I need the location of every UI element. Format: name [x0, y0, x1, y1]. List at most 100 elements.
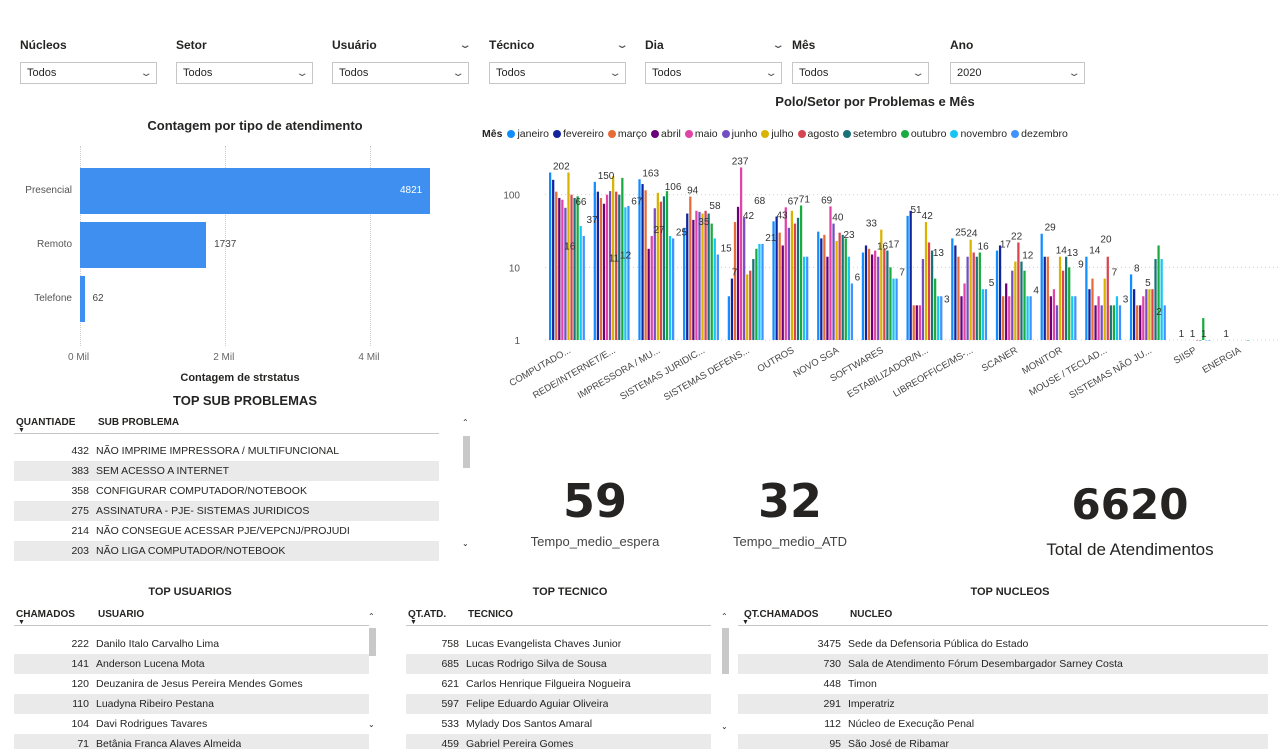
column-bar[interactable] — [909, 210, 912, 340]
column-bar[interactable] — [1136, 305, 1139, 340]
column-bar[interactable] — [1100, 305, 1103, 340]
column-bar[interactable] — [954, 245, 957, 340]
column-bar[interactable] — [864, 245, 868, 340]
column-bar[interactable] — [662, 196, 666, 340]
column-bar[interactable] — [793, 223, 797, 340]
table-row[interactable]: 685 Lucas Rodrigo Silva de Sousa — [406, 654, 711, 674]
col-nucleo[interactable]: NUCLEO — [848, 609, 892, 620]
column-bar[interactable] — [1001, 296, 1005, 340]
column-bar[interactable] — [573, 197, 576, 340]
column-bar[interactable] — [1129, 274, 1133, 340]
column-bar[interactable] — [716, 254, 719, 340]
column-bar[interactable] — [940, 296, 943, 340]
scroll-down-icon[interactable]: ⌄ — [721, 722, 728, 731]
table-row[interactable]: 71 Betânia Franca Alaves Almeida — [14, 734, 369, 749]
sort-desc-icon[interactable]: ▼ — [742, 619, 749, 626]
ano-dropdown[interactable]: 2020 ⌄ — [950, 62, 1085, 84]
column-bar[interactable] — [683, 227, 686, 340]
column-bar[interactable] — [984, 289, 988, 340]
column-bar[interactable] — [1091, 278, 1094, 340]
column-bar[interactable] — [1061, 270, 1065, 340]
column-bar[interactable] — [1065, 256, 1068, 340]
tecnico-dropdown[interactable]: Todos ⌄ — [489, 62, 626, 84]
scroll-up-icon[interactable]: ⌃ — [721, 612, 728, 621]
bar[interactable] — [80, 222, 207, 268]
col-usuario[interactable]: USUÁRIO — [96, 609, 144, 620]
column-bar[interactable] — [861, 252, 865, 340]
column-bar[interactable] — [799, 205, 803, 340]
col-qt-chamados[interactable]: QT.CHAMADOS — [738, 609, 848, 620]
table-row[interactable]: 758 Lucas Evangelista Chaves Junior — [406, 634, 711, 654]
column-bar[interactable] — [659, 201, 663, 340]
column-bar[interactable] — [1154, 259, 1157, 340]
usuario-dropdown[interactable]: Todos ⌄ — [332, 62, 469, 84]
table-row[interactable]: 597 Felipe Eduardo Aguiar Oliveira — [406, 694, 711, 714]
column-bar[interactable] — [1017, 242, 1020, 340]
column-bar[interactable] — [615, 191, 618, 340]
column-bar[interactable] — [1151, 289, 1154, 340]
table-row[interactable]: 730 Sala de Atendimento Fórum Desembargad… — [738, 654, 1268, 674]
column-bar[interactable] — [650, 235, 653, 340]
column-bar[interactable] — [850, 283, 854, 340]
column-bar[interactable] — [778, 232, 781, 340]
column-bar[interactable] — [1008, 296, 1011, 340]
column-bar[interactable] — [1023, 270, 1026, 340]
table-row[interactable]: 3475 Sede da Defensoria Pública do Estado — [738, 634, 1268, 654]
column-bar[interactable] — [739, 167, 743, 340]
legend-item[interactable]: outubro — [900, 128, 946, 140]
nucleos-dropdown[interactable]: Todos ⌄ — [20, 62, 157, 84]
column-bar[interactable] — [796, 217, 800, 340]
column-bar[interactable] — [582, 235, 585, 340]
scroll-thumb[interactable] — [369, 628, 376, 656]
table-row[interactable]: 104 Davi Rodrigues Tavares — [14, 714, 369, 734]
column-bar[interactable] — [886, 250, 889, 340]
scroll-down-icon[interactable]: ⌄ — [462, 539, 469, 548]
column-bar[interactable] — [1052, 289, 1056, 340]
column-bar[interactable] — [1088, 289, 1091, 340]
table-row[interactable]: 95 São José de Ribamar — [738, 734, 1268, 749]
column-bar[interactable] — [927, 242, 931, 340]
column-bar[interactable] — [1246, 340, 1250, 341]
usuarios-scrollbar[interactable]: ⌃ ⌄ — [367, 612, 377, 737]
column-bar[interactable] — [870, 254, 874, 340]
column-bar[interactable] — [1139, 305, 1142, 340]
column-bar[interactable] — [826, 256, 829, 340]
column-bar[interactable] — [1112, 305, 1116, 340]
column-bar[interactable] — [1049, 296, 1052, 340]
column-bar[interactable] — [963, 283, 966, 340]
column-bar[interactable] — [608, 191, 612, 340]
column-bar[interactable] — [975, 256, 978, 340]
column-bar[interactable] — [576, 196, 579, 340]
column-bar[interactable] — [1071, 296, 1074, 340]
column-bar[interactable] — [733, 222, 737, 340]
column-bar[interactable] — [972, 252, 975, 340]
column-bar[interactable] — [1046, 256, 1049, 340]
table-row[interactable]: 383 SEM ACESSO A INTERNET — [14, 461, 439, 481]
column-bar[interactable] — [710, 223, 713, 340]
column-bar[interactable] — [918, 305, 921, 340]
column-bar[interactable] — [1196, 340, 1199, 341]
column-bar[interactable] — [761, 243, 764, 340]
column-bar[interactable] — [829, 206, 832, 340]
column-bar[interactable] — [820, 238, 823, 340]
column-bar[interactable] — [549, 172, 552, 340]
column-bar[interactable] — [978, 252, 981, 340]
column-bar[interactable] — [1014, 261, 1017, 340]
column-bar[interactable] — [561, 199, 564, 340]
col-quantidade[interactable]: QUANTIADE — [14, 417, 96, 428]
sort-desc-icon[interactable]: ▼ — [410, 619, 417, 626]
column-bar[interactable] — [564, 207, 567, 340]
legend-item[interactable]: fevereiro — [552, 128, 604, 140]
column-bar[interactable] — [823, 234, 826, 340]
table-row[interactable]: 222 Danilo Italo Carvalho Lima — [14, 634, 369, 654]
table-row[interactable]: 621 Carlos Henrique Filgueira Nogueira — [406, 674, 711, 694]
column-bar[interactable] — [593, 181, 596, 340]
col-sub-problema[interactable]: SUB PROBLEMA — [96, 417, 179, 428]
column-bar[interactable] — [877, 256, 880, 340]
column-bar[interactable] — [912, 305, 915, 340]
table-row[interactable]: 120 Deuzanira de Jesus Pereira Mendes Gom… — [14, 674, 369, 694]
table-row[interactable]: 112 Núcleo de Execução Penal — [738, 714, 1268, 734]
column-bar[interactable] — [930, 250, 934, 340]
column-bar[interactable] — [832, 223, 835, 340]
column-bar[interactable] — [803, 256, 806, 340]
